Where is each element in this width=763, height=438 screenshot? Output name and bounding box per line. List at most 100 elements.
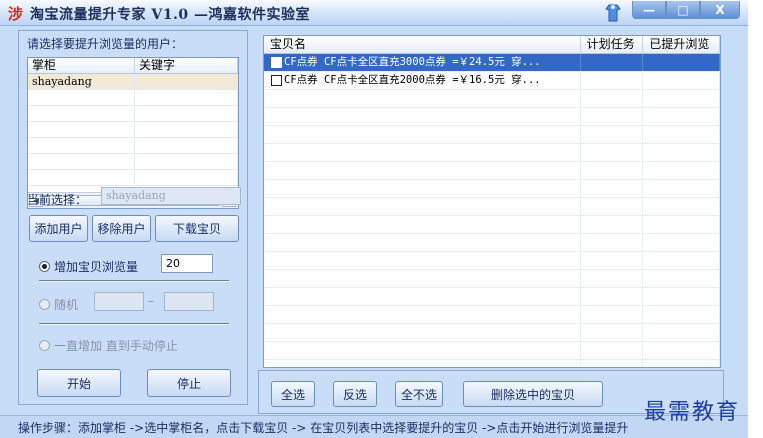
radio-random-label: 随机 <box>54 298 79 312</box>
product-plan-cell <box>581 72 644 89</box>
download-items-button[interactable]: 下载宝贝 <box>155 215 239 242</box>
empty-cell <box>643 252 720 269</box>
user-row[interactable]: shayadang <box>28 74 238 90</box>
empty-cell <box>264 216 581 233</box>
empty-row <box>28 170 238 186</box>
radio-always-increase[interactable]: 一直增加 直到手动停止 <box>39 337 178 354</box>
empty-cell <box>581 270 644 287</box>
window-title: 淘宝流量提升专家 V1.0 —鸿嘉软件实验室 <box>30 7 310 23</box>
empty-cell <box>264 252 581 269</box>
range-dash: – <box>148 294 154 308</box>
empty-cell <box>643 234 720 251</box>
empty-row <box>264 144 720 162</box>
product-plan-cell <box>581 54 644 71</box>
radio-unchecked-icon[interactable] <box>39 299 50 310</box>
empty-cell <box>264 198 581 215</box>
random-max-input[interactable] <box>164 292 214 311</box>
empty-cell <box>581 324 644 341</box>
product-name-cell: CF点券 CF点卡全区直充2000点券 =￥16.5元 穿... <box>264 72 581 89</box>
empty-row <box>264 126 720 144</box>
empty-cell <box>581 234 644 251</box>
product-done-cell <box>643 72 720 89</box>
delete-selected-button[interactable]: 删除选中的宝贝 <box>463 381 603 407</box>
empty-row <box>264 216 720 234</box>
maximize-button[interactable]: □ <box>666 1 700 19</box>
product-row[interactable]: CF点券 CF点卡全区直充2000点券 =￥16.5元 穿... <box>264 72 720 90</box>
add-user-button[interactable]: 添加用户 <box>29 215 88 242</box>
empty-cell <box>643 216 720 233</box>
empty-row <box>264 108 720 126</box>
increase-amount-input[interactable]: 20 <box>161 254 213 273</box>
divider <box>39 280 229 282</box>
empty-row <box>264 270 720 288</box>
product-list-header: 宝贝名 计划任务 已提升浏览 <box>264 36 720 54</box>
empty-cell <box>581 162 644 179</box>
empty-cell <box>643 162 720 179</box>
empty-cell <box>643 270 720 287</box>
empty-row <box>264 252 720 270</box>
minimize-button[interactable]: — <box>632 1 666 19</box>
empty-cell <box>264 108 581 125</box>
radio-checked-icon[interactable] <box>39 261 50 272</box>
empty-cell <box>264 324 581 341</box>
empty-cell <box>581 342 644 359</box>
empty-row <box>28 90 238 106</box>
status-bar: 操作步骤：添加掌柜 ->选中掌柜名，点击下载宝贝 -> 在宝贝列表中选择要提升的… <box>0 415 748 438</box>
random-min-input[interactable] <box>94 292 144 311</box>
start-button[interactable]: 开始 <box>37 369 121 397</box>
watermark-text: 最需教育 <box>644 400 741 425</box>
product-list[interactable]: 宝贝名 计划任务 已提升浏览 CF点券 CF点卡全区直充3000点券 =￥24.… <box>263 35 721 368</box>
user-group: 请选择要提升浏览量的用户： 掌柜 关键字 shayadang ◀ ▶ 当前选择： <box>18 30 248 405</box>
column-header-item-name[interactable]: 宝贝名 <box>264 36 581 53</box>
skin-icon[interactable] <box>604 3 622 23</box>
empty-cell <box>643 126 720 143</box>
radio-random[interactable]: 随机 <box>39 296 78 313</box>
row-checkbox[interactable] <box>271 75 282 86</box>
close-button[interactable]: X <box>700 1 740 19</box>
stop-button[interactable]: 停止 <box>147 369 231 397</box>
select-none-button[interactable]: 全不选 <box>395 381 443 407</box>
caption-buttons: — □ X <box>632 1 740 19</box>
empty-cell <box>581 288 644 305</box>
empty-row <box>264 234 720 252</box>
empty-cell <box>264 144 581 161</box>
divider <box>39 323 229 325</box>
empty-cell <box>643 144 720 161</box>
title-bar[interactable]: 涉 淘宝流量提升专家 V1.0 —鸿嘉软件实验室 — □ X <box>0 0 748 26</box>
empty-row <box>264 162 720 180</box>
radio-increase-label: 增加宝贝浏览量 <box>54 260 139 274</box>
radio-unchecked-icon[interactable] <box>39 340 50 351</box>
empty-cell <box>643 360 720 367</box>
product-row[interactable]: CF点券 CF点卡全区直充3000点券 =￥24.5元 穿... <box>264 54 720 72</box>
empty-row <box>264 288 720 306</box>
empty-cell <box>643 342 720 359</box>
empty-row <box>28 122 238 138</box>
app-window: 涉 淘宝流量提升专家 V1.0 —鸿嘉软件实验室 — □ X 请选择要提升浏览量… <box>0 0 748 438</box>
empty-cell <box>581 198 644 215</box>
empty-cell <box>264 162 581 179</box>
row-checkbox[interactable] <box>271 57 282 68</box>
invert-selection-button[interactable]: 反选 <box>333 381 377 407</box>
user-keyword-cell <box>135 74 238 89</box>
radio-increase-views[interactable]: 增加宝贝浏览量 <box>39 258 138 275</box>
empty-cell <box>643 90 720 107</box>
current-selection-field: shayadang <box>101 187 241 205</box>
empty-cell <box>264 306 581 323</box>
empty-cell <box>643 108 720 125</box>
column-header-shopkeeper[interactable]: 掌柜 <box>28 58 135 73</box>
empty-cell <box>581 144 644 161</box>
empty-cell <box>264 234 581 251</box>
empty-cell <box>643 324 720 341</box>
empty-cell <box>264 270 581 287</box>
column-header-views-raised[interactable]: 已提升浏览 <box>643 36 720 53</box>
empty-cell <box>581 306 644 323</box>
column-header-plan[interactable]: 计划任务 <box>581 36 644 53</box>
empty-cell <box>581 108 644 125</box>
select-all-button[interactable]: 全选 <box>271 381 315 407</box>
empty-row <box>28 154 238 170</box>
empty-row <box>264 198 720 216</box>
empty-cell <box>581 216 644 233</box>
column-header-keyword[interactable]: 关键字 <box>135 58 238 73</box>
user-group-label: 请选择要提升浏览量的用户： <box>27 37 184 51</box>
remove-user-button[interactable]: 移除用户 <box>92 215 151 242</box>
